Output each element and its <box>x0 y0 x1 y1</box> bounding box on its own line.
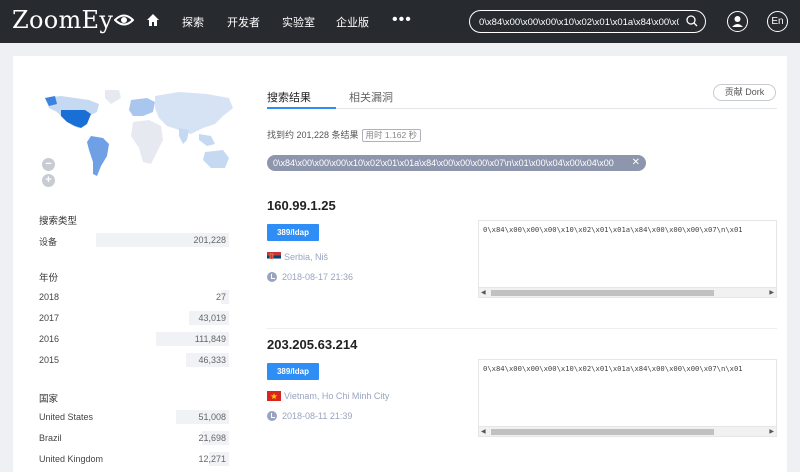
scroll-left-icon[interactable]: ◀ <box>481 427 486 436</box>
tab-search-results[interactable]: 搜索结果 <box>267 89 311 105</box>
scrollbar-thumb[interactable] <box>491 429 714 435</box>
result-location[interactable]: Vietnam, Ho Chi Minh City <box>284 391 389 401</box>
map-africa <box>131 120 163 164</box>
nav-explore[interactable]: 探索 <box>182 14 204 30</box>
facet-title-country: 国家 <box>39 394 59 405</box>
user-button[interactable] <box>727 11 748 32</box>
map-south-america <box>87 136 109 176</box>
protocol-badge[interactable]: 389/ldap <box>267 363 319 380</box>
serbia-flag-icon <box>267 252 281 262</box>
contribute-dork-button[interactable]: 贡献 Dork <box>713 84 776 101</box>
banner-scrollbar[interactable]: ◀ ▶ <box>479 287 776 297</box>
search-input[interactable] <box>479 14 679 30</box>
facet-count: 21,698 <box>198 433 226 443</box>
facet-count: 27 <box>215 292 226 302</box>
result-date: 2018-08-11 21:39 <box>282 411 353 421</box>
facet-title-year: 年份 <box>39 273 59 284</box>
facet-label: 2018 <box>39 292 60 302</box>
banner-text: 0\x84\x00\x00\x00\x10\x02\x01\x01a\x84\x… <box>483 225 743 234</box>
facet-row[interactable]: 2015 46,333 <box>39 353 229 367</box>
facet-label: United States <box>39 412 94 422</box>
facet-count: 111,849 <box>194 334 226 344</box>
facet-count: 12,271 <box>198 454 226 464</box>
map-zoom-in-button[interactable]: + <box>42 174 55 187</box>
scroll-right-icon[interactable]: ▶ <box>769 427 774 436</box>
map-united-states <box>61 110 91 128</box>
main-panel: − + 搜索类型 设备 201,228 年份 2018 27 2017 43,019 20… <box>13 56 787 472</box>
banner-text: 0\x84\x00\x00\x00\x10\x02\x01\x01a\x84\x… <box>483 364 743 373</box>
result-ip[interactable]: 160.99.1.25 <box>267 198 336 213</box>
more-menu[interactable]: ••• <box>392 11 412 29</box>
map-india <box>179 128 189 144</box>
facet-count: 51,008 <box>198 412 226 422</box>
result-summary: 找到约 201,228 条结果 用时 1.162 秒 <box>267 128 422 142</box>
map-zoom-out-button[interactable]: − <box>42 158 55 171</box>
map-greenland <box>105 90 121 104</box>
facet-row[interactable]: United Kingdom 12,271 <box>39 452 229 466</box>
scroll-right-icon[interactable]: ▶ <box>769 288 774 297</box>
facet-label: 2016 <box>39 334 60 344</box>
result-location[interactable]: Serbia, Niš <box>284 252 328 262</box>
logo[interactable]: ZoomEy <box>12 6 135 34</box>
facet-count: 201,228 <box>193 235 226 245</box>
tab-divider <box>267 108 777 109</box>
facet-row[interactable]: 2017 43,019 <box>39 311 229 325</box>
result-banner[interactable]: 0\x84\x00\x00\x00\x10\x02\x01\x01a\x84\x… <box>478 220 777 298</box>
clock-icon <box>267 411 277 421</box>
result-ip[interactable]: 203.205.63.214 <box>267 337 357 352</box>
map-europe <box>129 98 155 116</box>
facet-label: Brazil <box>39 433 62 443</box>
search-icon[interactable] <box>686 15 698 27</box>
active-tab-indicator <box>267 107 336 109</box>
nav-enterprise[interactable]: 企业版 <box>336 14 369 30</box>
scrollbar-thumb[interactable] <box>491 290 714 296</box>
clock-icon <box>267 272 277 282</box>
vietnam-flag-icon <box>267 391 281 401</box>
logo-text: ZoomEy <box>12 6 114 34</box>
facet-row[interactable]: 2018 27 <box>39 290 229 304</box>
map-australia <box>203 150 229 168</box>
time-badge: 用时 1.162 秒 <box>361 129 422 142</box>
facet-label: 2015 <box>39 355 60 365</box>
query-chip[interactable]: 0\x84\x00\x00\x00\x10\x02\x01\x01a\x84\x… <box>267 155 646 171</box>
result-banner[interactable]: 0\x84\x00\x00\x00\x10\x02\x01\x01a\x84\x… <box>478 359 777 437</box>
facet-row[interactable]: 设备 201,228 <box>39 233 229 247</box>
world-map[interactable] <box>39 86 239 186</box>
nav-lab[interactable]: 实验室 <box>282 14 315 30</box>
facet-label: 设备 <box>39 237 58 247</box>
banner-scrollbar[interactable]: ◀ ▶ <box>479 426 776 436</box>
result-divider <box>267 328 777 329</box>
map-southeast-asia <box>199 134 215 146</box>
tab-related-vulns[interactable]: 相关漏洞 <box>349 89 393 105</box>
facet-row[interactable]: Brazil 21,698 <box>39 431 229 445</box>
top-nav: ZoomEy 探索 开发者 实验室 企业版 ••• En <box>0 0 800 43</box>
result-count-text: 找到约 201,228 条结果 <box>267 130 359 140</box>
facet-row[interactable]: United States 51,008 <box>39 410 229 424</box>
map-asia <box>155 92 233 134</box>
result-date: 2018-08-17 21:36 <box>282 272 354 282</box>
protocol-badge[interactable]: 389/ldap <box>267 224 319 241</box>
facet-row[interactable]: 2016 111,849 <box>39 332 229 346</box>
search-box <box>469 10 706 33</box>
query-chip-text: 0\x84\x00\x00\x00\x10\x02\x01\x01a\x84\x… <box>273 158 614 168</box>
home-icon[interactable] <box>146 13 160 27</box>
scroll-left-icon[interactable]: ◀ <box>481 288 486 297</box>
language-button[interactable]: En <box>767 11 788 32</box>
user-icon <box>732 16 743 27</box>
facet-label: 2017 <box>39 313 60 323</box>
facet-count: 46,333 <box>198 355 226 365</box>
eye-icon <box>114 14 135 25</box>
nav-developer[interactable]: 开发者 <box>227 14 260 30</box>
close-icon[interactable]: ✕ <box>632 155 640 171</box>
facet-title-type: 搜索类型 <box>39 216 78 227</box>
facet-count: 43,019 <box>198 313 226 323</box>
facet-label: United Kingdom <box>39 454 104 464</box>
